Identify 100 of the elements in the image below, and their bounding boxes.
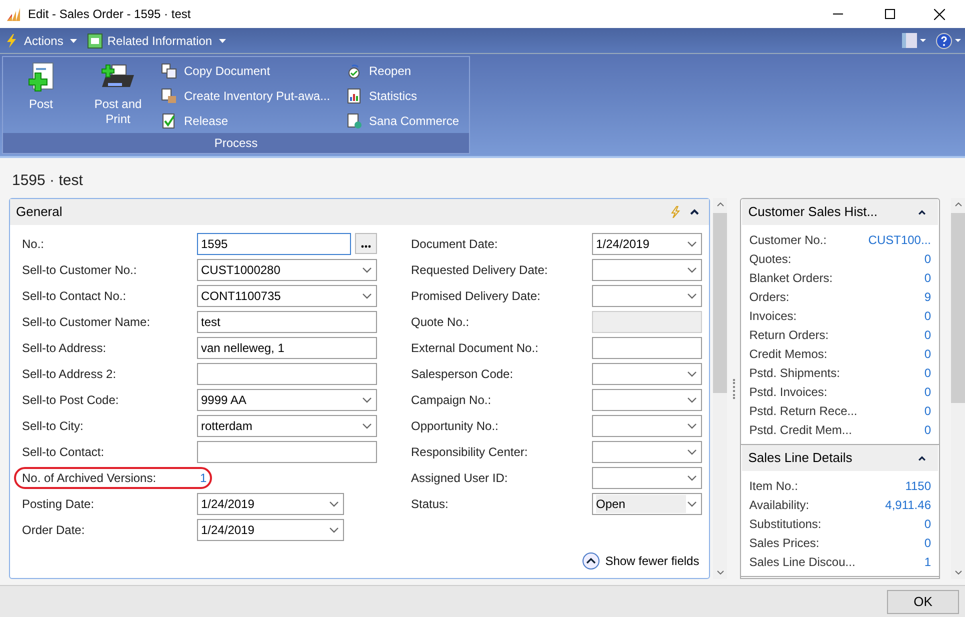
- field-label: Order Date:: [22, 522, 86, 539]
- dropdown-field[interactable]: [592, 415, 702, 437]
- field-label: Sell-to City:: [22, 418, 84, 435]
- scrollbar[interactable]: [713, 198, 728, 579]
- menu-item[interactable]: Related Information: [87, 32, 226, 50]
- factbox-label: Substitutions:: [749, 516, 822, 532]
- factbox-label: Pstd. Credit Mem...: [749, 422, 852, 438]
- field-label: Quote No.:: [411, 314, 470, 331]
- layout-icon[interactable]: [902, 33, 926, 48]
- lightning-icon[interactable]: [670, 206, 682, 218]
- field-label: Sell-to Customer No.:: [22, 262, 138, 279]
- chart-document-icon: [346, 88, 362, 104]
- ribbon-button[interactable]: Release: [161, 111, 342, 130]
- show-fewer-fields-link[interactable]: Show fewer fields: [582, 552, 700, 570]
- dropdown-field[interactable]: [592, 467, 702, 489]
- text-field[interactable]: [197, 441, 377, 463]
- factbox-value-link[interactable]: 0: [924, 420, 931, 438]
- factbox-value-link[interactable]: 0: [924, 268, 931, 286]
- text-field[interactable]: test: [197, 311, 377, 333]
- checklist-box-icon: [161, 88, 177, 104]
- ribbon-group-label: Process: [3, 133, 469, 153]
- dropdown-field[interactable]: [592, 389, 702, 411]
- caret-icon: [219, 38, 226, 42]
- collapse-circle-icon: [582, 552, 600, 570]
- field-label: Posting Date:: [22, 496, 96, 513]
- dropdown-field[interactable]: rotterdam: [197, 415, 377, 437]
- dropdown-field[interactable]: [592, 259, 702, 281]
- dropdown-field[interactable]: 1/24/2019: [197, 493, 344, 515]
- collapse-icon[interactable]: [918, 456, 926, 460]
- dropdown-field[interactable]: 1/24/2019: [197, 519, 344, 541]
- help-icon[interactable]: [936, 32, 961, 48]
- factbox-title: Sales Line Details: [748, 449, 854, 468]
- page-title: 1595 · test: [11, 171, 84, 191]
- factbox-label: Pstd. Return Rece...: [749, 402, 858, 420]
- archived-versions-link[interactable]: 1: [197, 469, 207, 487]
- menu-item[interactable]: Actions: [4, 32, 78, 50]
- ribbon-button[interactable]: Copy Document: [161, 61, 342, 80]
- dropdown-field[interactable]: 1/24/2019: [592, 233, 702, 255]
- ribbon-button[interactable]: Sana Commerce: [346, 111, 460, 130]
- dropdown-field[interactable]: CUST1000280: [197, 259, 377, 281]
- ribbon-button[interactable]: Create Inventory Put-awa...: [161, 86, 342, 105]
- field-label: No.:: [22, 236, 46, 253]
- scrollbar[interactable]: [951, 198, 965, 579]
- ribbon-button[interactable]: Statistics: [346, 86, 460, 105]
- field-label: Status:: [411, 496, 450, 513]
- dropdown-field[interactable]: [592, 363, 702, 385]
- factbox-value-link[interactable]: 0: [924, 344, 931, 362]
- number-field[interactable]: 1595: [197, 233, 351, 255]
- factbox-value-link[interactable]: 0: [924, 534, 931, 552]
- factbox-label: Quotes:: [749, 250, 792, 268]
- factbox-label: Pstd. Shipments:: [749, 364, 840, 382]
- field-label: Promised Delivery Date:: [411, 288, 542, 305]
- document-globe-icon: [346, 112, 362, 128]
- field-label: Requested Delivery Date:: [411, 262, 549, 279]
- field-label: Sell-to Address:: [22, 340, 108, 357]
- form-icon: [87, 32, 104, 48]
- field-label: Sell-to Contact:: [22, 444, 106, 461]
- factbox-value-link[interactable]: 0: [924, 364, 931, 382]
- factbox-value-link[interactable]: 0: [924, 306, 931, 324]
- dropdown-field[interactable]: CONT1100735: [197, 285, 377, 307]
- field-label: External Document No.:: [411, 340, 540, 357]
- factbox-label: Blanket Orders:: [749, 270, 833, 286]
- splitter-grip[interactable]: [732, 378, 735, 398]
- field-label: Sell-to Address 2:: [22, 366, 118, 383]
- dropdown-field[interactable]: [592, 285, 702, 307]
- factbox-label: Invoices:: [749, 308, 797, 324]
- lookup-icon[interactable]: [355, 233, 377, 254]
- factbox-label: Credit Memos:: [749, 346, 828, 362]
- dropdown-field[interactable]: 9999 AA: [197, 389, 377, 411]
- caret-icon: [70, 38, 78, 42]
- collapse-icon[interactable]: [690, 209, 700, 215]
- factbox-value-link[interactable]: 0: [924, 402, 931, 420]
- collapse-icon[interactable]: [918, 210, 926, 214]
- factbox-label: Availability:: [749, 496, 810, 514]
- factbox-value-link[interactable]: 0: [924, 250, 931, 268]
- factbox-value-link[interactable]: 9: [924, 288, 931, 306]
- ribbon-large-button[interactable]: Post: [3, 61, 79, 133]
- factbox-value-link[interactable]: 0: [924, 326, 931, 344]
- text-field[interactable]: van nelleweg, 1: [197, 337, 377, 359]
- window-title: Edit - Sales Order - 1595 · test: [28, 6, 191, 23]
- text-field[interactable]: [592, 337, 702, 359]
- factbox-value-link[interactable]: 1: [924, 552, 931, 570]
- factbox-label: Pstd. Invoices:: [749, 384, 828, 400]
- dropdown-field[interactable]: [592, 441, 702, 463]
- ribbon-large-button[interactable]: Post and Print: [79, 61, 157, 133]
- factbox-value-link[interactable]: 0: [924, 514, 931, 532]
- ribbon-button[interactable]: Reopen: [346, 61, 460, 80]
- factbox-label: Customer No.:: [749, 232, 827, 248]
- field-label: No. of Archived Versions:: [22, 470, 158, 487]
- factbox-label: Sales Line Discou...: [749, 554, 856, 570]
- ok-button[interactable]: OK: [887, 590, 959, 614]
- dropdown-field[interactable]: Open: [592, 493, 702, 515]
- text-field[interactable]: [197, 363, 377, 385]
- field-label: Document Date:: [411, 236, 499, 253]
- field-label: Sell-to Post Code:: [22, 392, 120, 409]
- factbox-value-link[interactable]: 4,911.46: [885, 496, 931, 514]
- factbox-value-link[interactable]: CUST100...: [868, 230, 931, 248]
- factbox-value-link[interactable]: 0: [924, 382, 931, 400]
- factbox-value-link[interactable]: 1150: [905, 476, 931, 494]
- factbox-label: Item No.:: [749, 478, 798, 494]
